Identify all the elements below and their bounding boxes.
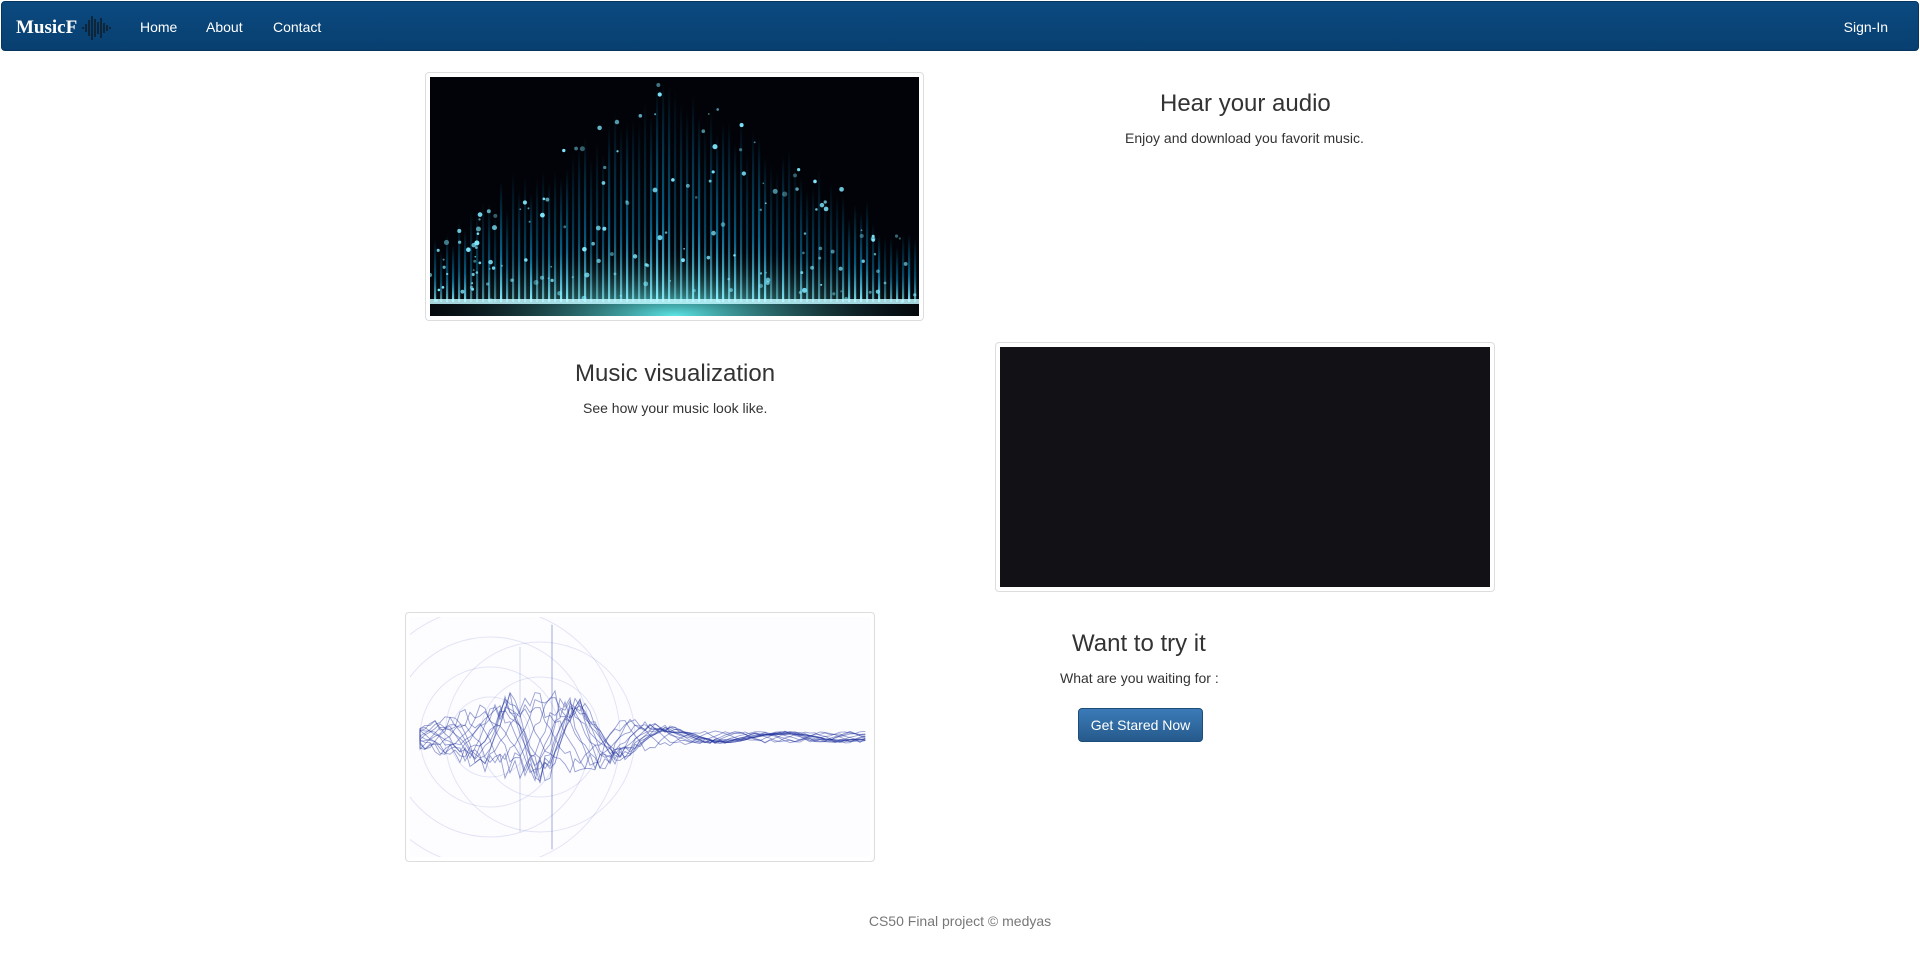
- feature-text-try: What are you waiting for :: [1060, 670, 1219, 686]
- footer-credit: CS50 Final project © medyas: [868, 913, 1052, 929]
- feature-title-audio: Hear your audio: [1160, 90, 1331, 117]
- feature-title-visualization: Music visualization: [575, 360, 776, 387]
- get-started-button[interactable]: Get Stared Now: [1078, 708, 1203, 742]
- brand-name: MusicF: [16, 17, 78, 38]
- nav-about-link[interactable]: About: [206, 19, 243, 35]
- navbar: MusicF Home About Contact Sign-In: [1, 1, 1919, 51]
- brand-logo[interactable]: MusicF: [16, 12, 111, 44]
- nav-home-link[interactable]: Home: [140, 19, 177, 35]
- nav-contact-link[interactable]: Contact: [273, 19, 321, 35]
- feature-text-audio: Enjoy and download you favorit music.: [1125, 130, 1364, 146]
- sign-in-link[interactable]: Sign-In: [1844, 19, 1888, 35]
- feature-text-visualization: See how your music look like.: [583, 400, 768, 416]
- rainbow-waveform-image: [995, 342, 1495, 592]
- audio-bars-image: [425, 72, 924, 321]
- blue-wave-image: [405, 612, 875, 862]
- feature-title-try: Want to try it: [1072, 630, 1206, 657]
- sound-wave-icon: [82, 16, 111, 40]
